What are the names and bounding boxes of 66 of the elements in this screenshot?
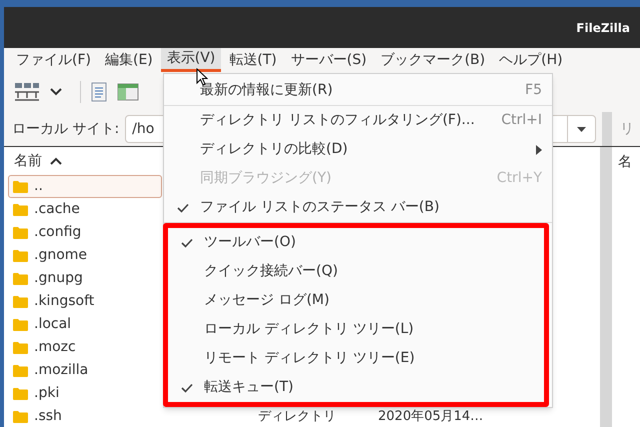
menu-item[interactable]: 転送キュー(T): [168, 373, 544, 402]
file-row[interactable]: .mozc: [8, 336, 162, 359]
folder-icon: [13, 249, 28, 262]
column-header[interactable]: 名: [618, 154, 632, 170]
file-row[interactable]: .ssh: [8, 405, 162, 427]
menu-item[interactable]: ディレクトリの比較(D): [164, 135, 552, 164]
remote-site-label: リ: [620, 120, 634, 138]
file-name: .cache: [34, 200, 80, 219]
folder-icon: [13, 226, 28, 239]
menu-item[interactable]: クイック接続バー(Q): [168, 257, 544, 286]
file-row[interactable]: .kingsoft: [8, 290, 162, 313]
menu-title[interactable]: ヘルプ(H): [493, 48, 569, 72]
menu-title[interactable]: ブックマーク(B): [374, 48, 492, 72]
sort-ascending-icon[interactable]: [50, 157, 62, 165]
file-row[interactable]: .gnome: [8, 244, 162, 267]
file-row[interactable]: .cache: [8, 198, 162, 221]
folder-icon: [13, 387, 28, 400]
file-row[interactable]: .config: [8, 221, 162, 244]
folder-icon: [13, 410, 28, 423]
menu-title[interactable]: サーバー(S): [284, 48, 373, 72]
file-name: .config: [34, 223, 82, 242]
caret-icon[interactable]: [50, 88, 62, 96]
file-name: .local: [34, 315, 72, 334]
folder-icon: [13, 364, 28, 377]
file-name: .ssh: [34, 407, 62, 426]
column-header[interactable]: 名前: [14, 150, 42, 172]
file-name: .mozilla: [34, 361, 88, 380]
local-site-label: ローカル サイト:: [12, 120, 120, 138]
folder-icon: [13, 272, 28, 285]
site-manager-icon[interactable]: [14, 82, 40, 102]
document-icon[interactable]: [91, 82, 107, 102]
menu-title[interactable]: 表示(V): [160, 48, 222, 72]
menu-title[interactable]: ファイル(F): [10, 48, 97, 72]
menu-title[interactable]: 編集(E): [98, 48, 159, 72]
table-cell-text: 2020年05月14…: [378, 408, 484, 426]
menu-item[interactable]: ローカル ディレクトリ ツリー(L): [168, 315, 544, 344]
folder-icon: [13, 341, 28, 354]
folder-icon: [13, 318, 28, 331]
menu-item[interactable]: ファイル リストのステータス バー(B): [164, 193, 552, 222]
table-cell: ディレクトリ: [258, 409, 336, 424]
folder-icon: [13, 203, 28, 216]
file-row[interactable]: .gnupg: [8, 267, 162, 290]
menu-item[interactable]: ディレクトリ リストのフィルタリング(F)... Ctrl+I: [164, 106, 552, 135]
file-name: .gnome: [34, 246, 88, 265]
folder-icon: [13, 295, 28, 308]
file-name: .kingsoft: [34, 292, 94, 311]
file-row[interactable]: ..: [8, 175, 162, 198]
window-icon[interactable]: [117, 83, 139, 101]
file-name: .gnupg: [34, 269, 83, 288]
check-icon: [181, 238, 193, 248]
file-row[interactable]: .pki: [8, 382, 162, 405]
folder-icon: [13, 180, 28, 193]
menu-item[interactable]: メッセージ ログ(M): [168, 286, 544, 315]
menu-item[interactable]: リモート ディレクトリ ツリー(E): [168, 344, 544, 373]
file-row[interactable]: .local: [8, 313, 162, 336]
check-icon: [181, 382, 193, 392]
file-name: ..: [34, 177, 43, 196]
submenu-arrow-icon: [536, 144, 542, 154]
menu-item[interactable]: ツールバー(O): [168, 228, 544, 257]
check-icon: [177, 202, 189, 212]
file-name: .mozc: [34, 338, 76, 357]
dropdown-icon[interactable]: [577, 126, 586, 132]
window-title: FileZilla: [576, 20, 630, 36]
menu-title[interactable]: 転送(T): [223, 48, 283, 72]
file-row[interactable]: .mozilla: [8, 359, 162, 382]
file-name: .pki: [34, 384, 60, 403]
